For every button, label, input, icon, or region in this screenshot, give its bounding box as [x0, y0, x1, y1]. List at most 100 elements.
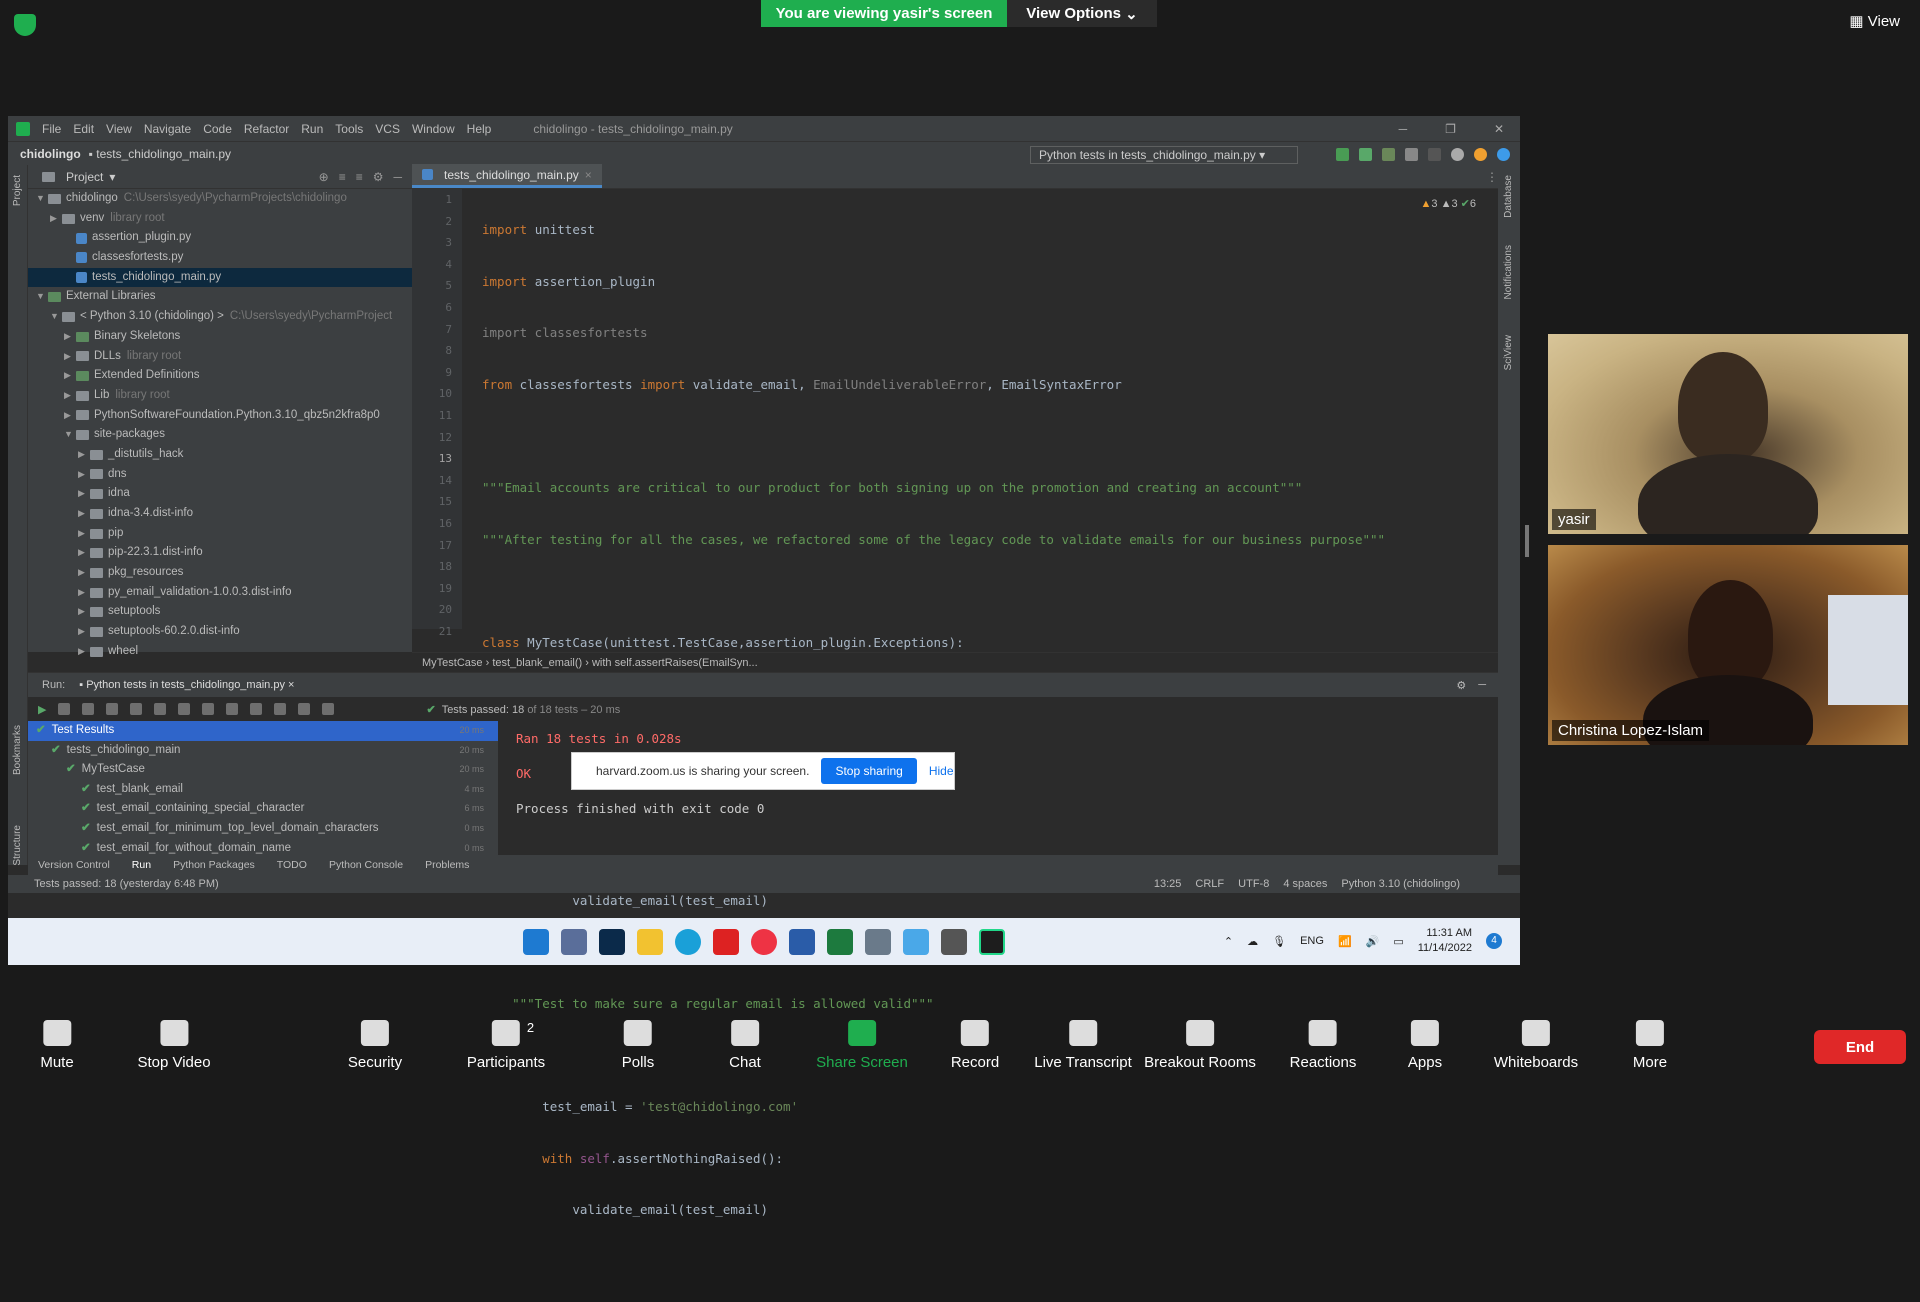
test-history-icon[interactable]: [250, 703, 263, 715]
project-tree-item[interactable]: ▶ dns: [28, 465, 412, 485]
project-tree-item[interactable]: ▶ PythonSoftwareFoundation.Python.3.10_qb…: [28, 406, 412, 426]
live-transcript-button[interactable]: Live Transcript: [1034, 1020, 1132, 1071]
chevron-right-icon[interactable]: ▶: [64, 327, 76, 347]
test-result-item[interactable]: ✔ test_email_containing_special_character…: [28, 799, 498, 819]
chevron-right-icon[interactable]: ▶: [78, 642, 90, 662]
tool-tab-python-packages[interactable]: Python Packages: [173, 859, 255, 871]
project-tree-item[interactable]: ▼ site-packages: [28, 425, 412, 445]
participants-button[interactable]: Participants 2: [467, 1020, 545, 1071]
tool-tab-python-console[interactable]: Python Console: [329, 859, 403, 871]
project-tree-item[interactable]: ▶ Extended Definitions: [28, 366, 412, 386]
chevron-right-icon[interactable]: ▶: [64, 406, 76, 426]
breadcrumb-class[interactable]: MyTestCase: [422, 657, 483, 669]
locate-icon[interactable]: ⊕: [319, 170, 329, 184]
structure-tool-tab[interactable]: Structure: [12, 825, 23, 866]
share-screen-button[interactable]: Share Screen: [816, 1020, 908, 1071]
menu-code[interactable]: Code: [203, 122, 232, 136]
export-tests-icon[interactable]: [298, 703, 311, 715]
rerun-icon[interactable]: ▶: [38, 703, 46, 716]
project-tree-item[interactable]: classesfortests.py: [28, 248, 412, 268]
breadcrumb-statement[interactable]: with self.assertRaises(EmailSyn...: [592, 657, 758, 669]
menu-file[interactable]: File: [42, 122, 61, 136]
view-button[interactable]: ▦ View: [1849, 12, 1900, 30]
collapse-icon[interactable]: [178, 703, 191, 715]
project-tree-item[interactable]: ▶ venv library root: [28, 209, 412, 229]
close-icon[interactable]: ✕: [1494, 122, 1504, 136]
menu-vcs[interactable]: VCS: [375, 122, 400, 136]
mute-button[interactable]: Mute: [40, 1020, 74, 1071]
clock[interactable]: 11:31 AM 11/14/2022: [1418, 926, 1472, 956]
settings-icon[interactable]: [865, 928, 891, 955]
whiteboards-button[interactable]: Whiteboards: [1494, 1020, 1578, 1071]
video-tile-christina[interactable]: Christina Lopez-Islam: [1548, 545, 1908, 745]
project-tree-item[interactable]: assertion_plugin.py: [28, 228, 412, 248]
code-editor[interactable]: tests_chidolingo_main.py × ⋮ ▲3 ▲3 ✔6 123…: [412, 164, 1506, 1217]
photoshop-icon[interactable]: [599, 928, 625, 955]
run-options-icon[interactable]: [322, 703, 335, 715]
volume-icon[interactable]: 🔊: [1366, 935, 1380, 948]
menu-run[interactable]: Run: [301, 122, 323, 136]
indent-setting[interactable]: 4 spaces: [1283, 875, 1327, 893]
nav-project[interactable]: chidolingo: [20, 147, 81, 161]
chevron-right-icon[interactable]: ▶: [78, 602, 90, 622]
expand-icon[interactable]: [154, 703, 167, 715]
chat-button[interactable]: Chat: [729, 1020, 761, 1071]
project-tree-item[interactable]: ▶ Binary Skeletons: [28, 327, 412, 347]
tool-tab-problems[interactable]: Problems: [425, 859, 469, 871]
maximize-icon[interactable]: ❐: [1445, 122, 1456, 136]
stop-icon[interactable]: [1428, 148, 1441, 161]
calculator-icon[interactable]: [561, 928, 587, 955]
wifi-icon[interactable]: 📶: [1338, 935, 1352, 948]
notepad-icon[interactable]: [789, 928, 815, 955]
next-failed-icon[interactable]: [226, 703, 239, 715]
more-button[interactable]: More: [1633, 1020, 1667, 1071]
app-icon[interactable]: [941, 928, 967, 955]
file-explorer-icon[interactable]: [637, 928, 663, 955]
project-tree-item[interactable]: tests_chidolingo_main.py: [28, 267, 412, 288]
project-tree-item[interactable]: ▶ DLLs library root: [28, 347, 412, 367]
stop-sharing-button[interactable]: Stop sharing: [821, 758, 917, 784]
edge-icon[interactable]: [675, 928, 701, 955]
chevron-down-icon[interactable]: ▼: [64, 425, 76, 445]
project-tree-item[interactable]: ▼ < Python 3.10 (chidolingo) > C:\Users\sy…: [28, 307, 412, 327]
chevron-right-icon[interactable]: ▶: [78, 484, 90, 504]
chevron-right-icon[interactable]: ▶: [78, 504, 90, 524]
tool-tab-version-control[interactable]: Version Control: [38, 859, 110, 871]
chrome-icon[interactable]: [751, 928, 777, 955]
test-result-item[interactable]: ✔ tests_chidolingo_main 20 ms: [28, 741, 498, 761]
run-hide-icon[interactable]: ─: [1478, 679, 1486, 692]
chevron-right-icon[interactable]: ▶: [64, 347, 76, 367]
onedrive-icon[interactable]: ☁: [1247, 935, 1258, 948]
chevron-right-icon[interactable]: ▶: [78, 543, 90, 563]
bookmarks-tool-tab[interactable]: Bookmarks: [12, 725, 23, 775]
database-tool-tab[interactable]: Database: [1503, 175, 1514, 218]
notifications-tool-tab[interactable]: Notifications: [1503, 245, 1514, 299]
sort-alpha-icon[interactable]: [106, 703, 119, 715]
project-tree-item[interactable]: ▶ _distutils_hack: [28, 445, 412, 465]
menu-navigate[interactable]: Navigate: [144, 122, 191, 136]
hide-share-bar-button[interactable]: Hide: [929, 764, 954, 778]
panel-resize-handle[interactable]: [1525, 525, 1529, 557]
chevron-right-icon[interactable]: ▶: [78, 524, 90, 544]
chevron-right-icon[interactable]: ▶: [64, 366, 76, 386]
show-ignored-icon[interactable]: [82, 703, 95, 715]
project-tree-item[interactable]: ▶ pip: [28, 524, 412, 544]
language-indicator[interactable]: ENG: [1300, 935, 1324, 947]
record-button[interactable]: Record: [951, 1020, 999, 1071]
line-separator[interactable]: CRLF: [1195, 875, 1224, 893]
profile-icon[interactable]: [1405, 148, 1418, 161]
chevron-right-icon[interactable]: ▶: [78, 445, 90, 465]
sciview-tool-tab[interactable]: SciView: [1503, 335, 1514, 370]
tab-close-icon[interactable]: ×: [585, 168, 592, 182]
settings-gear-icon[interactable]: ⚙: [373, 170, 384, 184]
stop-video-button[interactable]: Stop Video: [137, 1020, 211, 1071]
project-tree-item[interactable]: ▶ py_email_validation-1.0.0.3.dist-info: [28, 583, 412, 603]
file-encoding[interactable]: UTF-8: [1238, 875, 1269, 893]
test-result-item[interactable]: ✔ Test Results 20 ms: [28, 721, 498, 741]
chevron-right-icon[interactable]: ▶: [78, 583, 90, 603]
search-icon[interactable]: [1451, 148, 1464, 161]
menu-view[interactable]: View: [106, 122, 132, 136]
tray-chevron-icon[interactable]: ⌃: [1224, 935, 1233, 948]
test-result-item[interactable]: ✔ test_email_for_minimum_top_level_domain…: [28, 819, 498, 839]
windows-start-icon[interactable]: [523, 928, 549, 955]
